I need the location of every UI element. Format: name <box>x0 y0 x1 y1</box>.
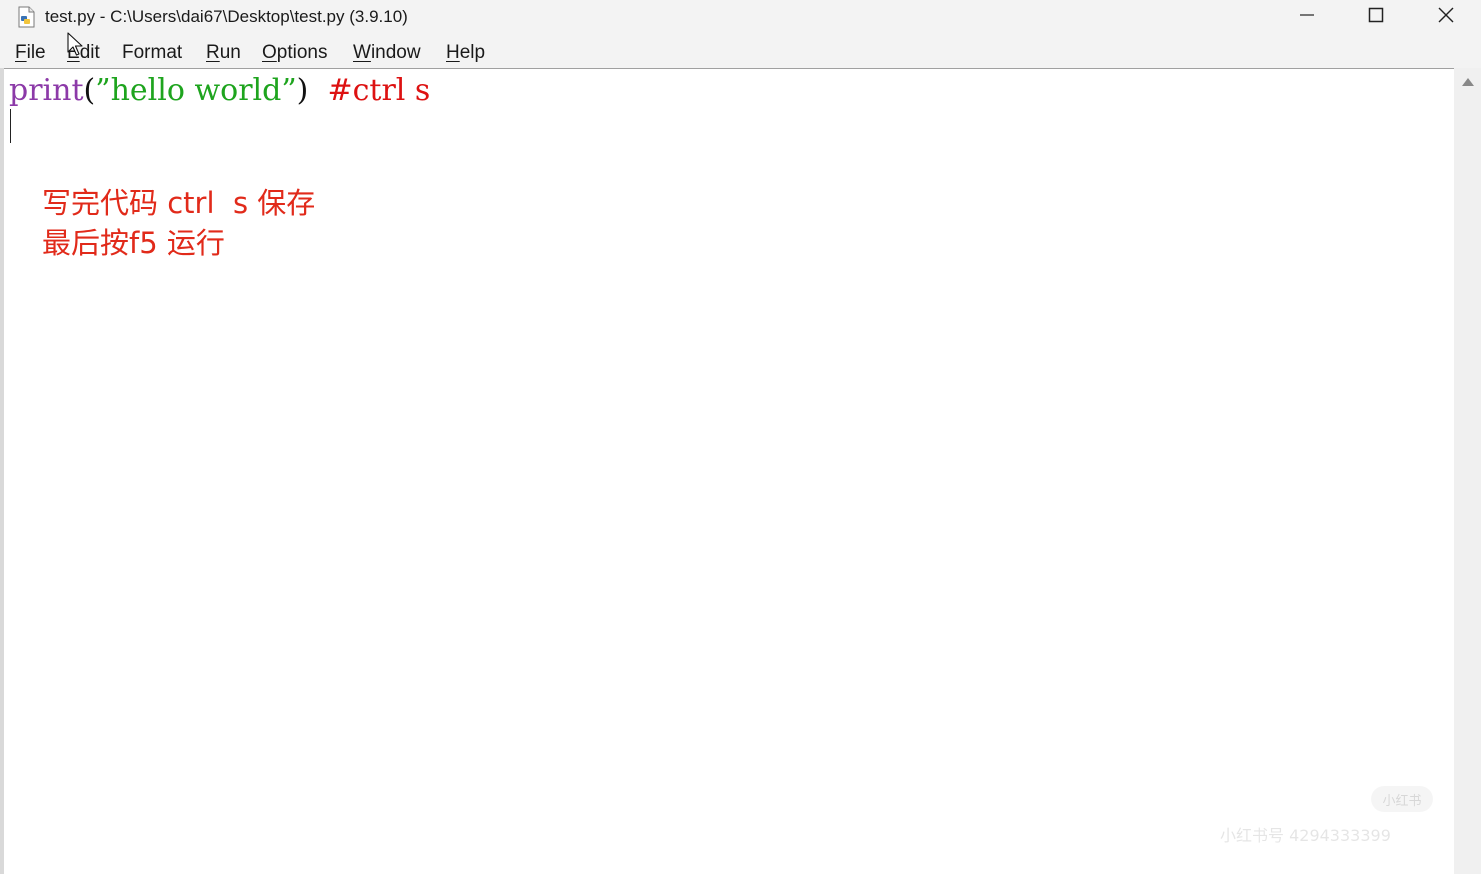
menu-bar: File Edit Format Run Options Window Help <box>0 36 1481 68</box>
code-string: ”hello world” <box>95 73 297 108</box>
code-editor[interactable]: print(”hello world”) #ctrl s 写完代码 ctrl s… <box>4 68 1454 874</box>
menu-window[interactable]: Window <box>353 42 421 64</box>
vertical-scrollbar[interactable] <box>1454 68 1481 874</box>
maximize-icon <box>1368 7 1384 27</box>
menu-file-mnemonic: F <box>15 42 27 63</box>
code-open-paren: ( <box>83 73 96 108</box>
menu-options-mnemonic: O <box>262 42 277 63</box>
close-icon <box>1437 6 1455 28</box>
annotation-line-2: 最后按f5 运行 <box>42 226 225 260</box>
minimize-button[interactable] <box>1272 0 1342 34</box>
menu-run[interactable]: Run <box>206 42 241 64</box>
menu-options-rest: ptions <box>276 42 328 63</box>
menu-run-mnemonic: R <box>206 42 220 63</box>
code-line-1: print(”hello world”) #ctrl s <box>9 71 430 111</box>
code-comment: #ctrl s <box>327 73 431 108</box>
menu-window-rest: indow <box>370 42 421 63</box>
minimize-icon <box>1299 7 1315 27</box>
menu-format-label: Format <box>122 42 183 63</box>
text-caret <box>10 109 11 143</box>
idle-editor-window: test.py - C:\Users\dai67\Desktop\test.py… <box>0 0 1481 874</box>
menu-help[interactable]: Help <box>446 42 485 64</box>
python-file-icon <box>15 6 37 28</box>
scroll-up-arrow-icon[interactable] <box>1462 78 1474 86</box>
menu-run-rest: un <box>219 42 241 63</box>
annotation-line-1: 写完代码 ctrl s 保存 <box>42 186 316 220</box>
watermark-badge: 小红书 <box>1371 786 1433 812</box>
menu-help-mnemonic: H <box>446 42 460 63</box>
mouse-pointer-icon <box>67 32 83 58</box>
maximize-button[interactable] <box>1341 0 1411 34</box>
menu-file-rest: ile <box>26 42 46 63</box>
menu-format-mnemonic: Format <box>122 42 182 63</box>
code-spacing <box>308 73 327 108</box>
menu-help-rest: elp <box>459 42 486 63</box>
menu-file[interactable]: File <box>15 42 46 64</box>
watermark-text: 小红书号 4294333399 <box>1220 826 1391 845</box>
menu-format[interactable]: Format <box>122 42 182 64</box>
window-title: test.py - C:\Users\dai67\Desktop\test.py… <box>45 7 408 26</box>
close-button[interactable] <box>1411 0 1481 34</box>
title-bar[interactable]: test.py - C:\Users\dai67\Desktop\test.py… <box>0 0 1481 36</box>
code-keyword: print <box>9 73 84 108</box>
menu-window-mnemonic: W <box>353 42 371 63</box>
code-close-paren: ) <box>296 73 309 108</box>
menu-options[interactable]: Options <box>262 42 327 64</box>
